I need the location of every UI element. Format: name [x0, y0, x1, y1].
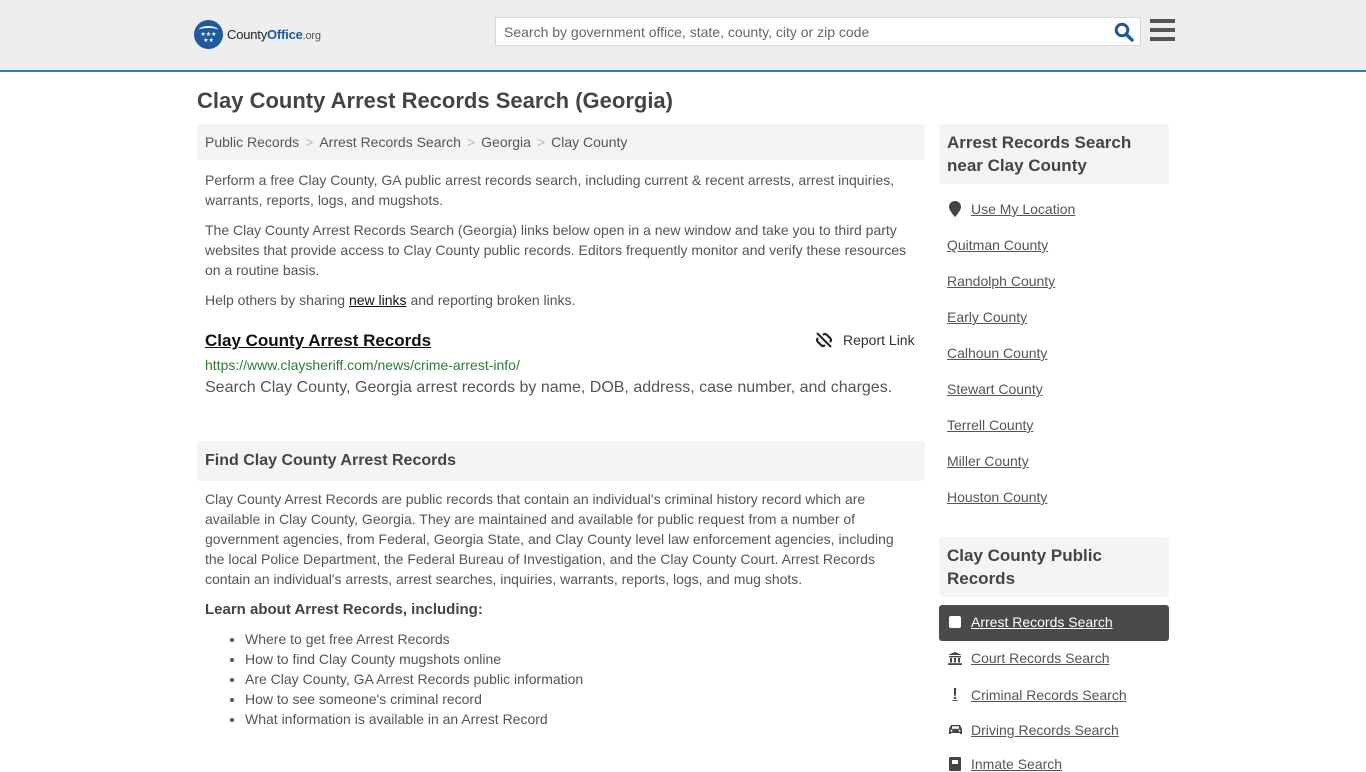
find-section-heading: Find Clay County Arrest Records: [197, 441, 925, 481]
nearby-county-link[interactable]: Houston County: [947, 489, 1047, 505]
nearby-heading: Arrest Records Search near Clay County: [939, 124, 1169, 184]
find-section-body: Clay County Arrest Records are public re…: [205, 491, 894, 587]
breadcrumb-public-records[interactable]: Public Records: [205, 134, 299, 150]
sidebar-item-arrest-records-active: Arrest Records Search: [939, 605, 1169, 641]
help-paragraph: Help others by sharing new links and rep…: [205, 292, 576, 308]
nearby-county-link[interactable]: Miller County: [947, 453, 1029, 469]
learn-list-item: How to find Clay County mugshots online: [245, 649, 583, 669]
eagle-logo-icon: ★★★ ★★: [194, 20, 223, 49]
nearby-county-link[interactable]: Calhoun County: [947, 345, 1047, 361]
site-logo[interactable]: ★★★ ★★ CountyOffice.org: [194, 20, 321, 49]
result-url: https://www.claysheriff.com/news/crime-a…: [205, 357, 520, 373]
search-box: [495, 17, 1141, 46]
public-records-heading: Clay County Public Records: [939, 537, 1169, 597]
learn-list-item: Where to get free Arrest Records: [245, 629, 583, 649]
result-description: Search Clay County, Georgia arrest recor…: [205, 379, 893, 396]
nearby-county-link[interactable]: Randolph County: [947, 273, 1055, 289]
learn-list-item: What information is available in an Arre…: [245, 709, 583, 729]
learn-list-item: How to see someone's criminal record: [245, 689, 583, 709]
search-button[interactable]: [1114, 22, 1134, 42]
disclaimer-paragraph: The Clay County Arrest Records Search (G…: [205, 222, 907, 278]
learn-heading: Learn about Arrest Records, including:: [205, 601, 483, 618]
page-title: Clay County Arrest Records Search (Georg…: [197, 88, 673, 113]
intro-paragraph: Perform a free Clay County, GA public ar…: [205, 172, 895, 208]
menu-icon-bar: [1150, 19, 1175, 23]
square-icon: [947, 616, 963, 628]
breadcrumb-separator: >: [466, 134, 476, 150]
report-link-button[interactable]: Report Link: [815, 331, 915, 349]
sidebar-item-inmate-search[interactable]: Inmate Search: [947, 756, 1062, 772]
breadcrumb-separator: >: [536, 134, 546, 150]
logo-text: CountyOffice.org: [227, 27, 321, 42]
nearby-county-link[interactable]: Stewart County: [947, 381, 1043, 397]
learn-list-item: Are Clay County, GA Arrest Records publi…: [245, 669, 583, 689]
breadcrumb-arrest-records-search[interactable]: Arrest Records Search: [319, 134, 461, 150]
courthouse-icon: [947, 651, 963, 665]
breadcrumb-separator: >: [305, 134, 314, 150]
breadcrumb-georgia[interactable]: Georgia: [481, 134, 531, 150]
broken-link-icon: [815, 332, 833, 348]
menu-icon-bar: [1150, 28, 1175, 32]
sidebar-item-arrest-records-search[interactable]: Arrest Records Search: [947, 614, 1113, 630]
breadcrumb: Public Records > Arrest Records Search > Geo…: [197, 124, 925, 160]
hamburger-menu-button[interactable]: [1150, 19, 1175, 41]
nearby-county-link[interactable]: Early County: [947, 309, 1027, 325]
exclamation-icon: !: [952, 686, 958, 703]
result-title-link[interactable]: Clay County Arrest Records: [205, 331, 431, 351]
search-input[interactable]: [496, 18, 1106, 45]
breadcrumb-clay-county[interactable]: Clay County: [551, 134, 627, 150]
site-header: ★★★ ★★ CountyOffice.org: [0, 0, 1366, 72]
sidebar-item-criminal-records-search[interactable]: ! Criminal Records Search: [947, 686, 1126, 704]
use-my-location-link[interactable]: Use My Location: [947, 201, 1075, 217]
id-card-icon: [947, 757, 963, 771]
search-icon: [1114, 22, 1134, 42]
car-icon: [947, 724, 963, 736]
menu-icon-bar: [1150, 37, 1175, 41]
sidebar-item-court-records-search[interactable]: Court Records Search: [947, 650, 1110, 666]
nearby-county-link[interactable]: Terrell County: [947, 417, 1033, 433]
map-pin-icon: [947, 201, 963, 217]
learn-list: Where to get free Arrest Records How to …: [245, 629, 583, 729]
nearby-county-link[interactable]: Quitman County: [947, 237, 1048, 253]
new-links-link[interactable]: new links: [349, 292, 407, 308]
sidebar-item-driving-records-search[interactable]: Driving Records Search: [947, 722, 1119, 738]
